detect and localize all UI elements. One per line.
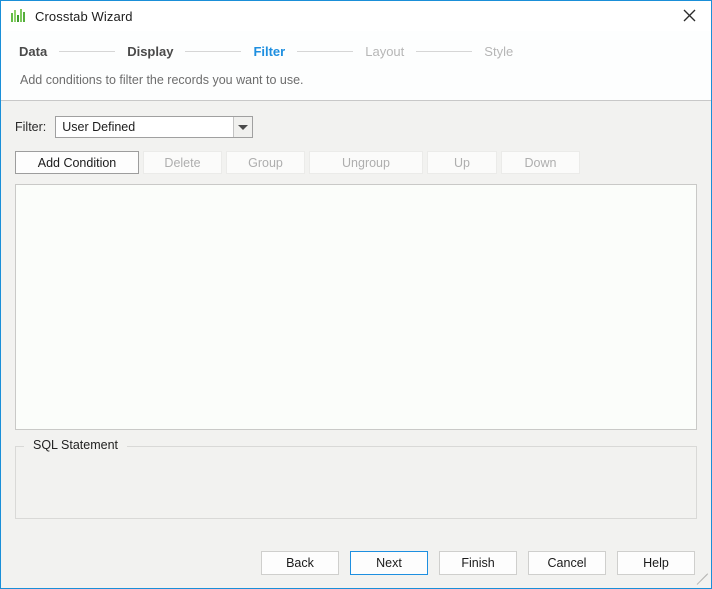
step-data[interactable]: Data [19, 44, 47, 59]
cancel-button[interactable]: Cancel [528, 551, 606, 575]
group-border-segment [16, 446, 24, 447]
filter-row: Filter: User Defined [15, 116, 697, 138]
sql-statement-text [16, 446, 696, 518]
step-filter[interactable]: Filter [253, 44, 285, 59]
group-border-segment [127, 446, 696, 447]
step-connector [59, 50, 116, 52]
add-condition-button[interactable]: Add Condition [15, 151, 139, 174]
group-button: Group [226, 151, 305, 174]
step-connector [416, 50, 473, 52]
window-title: Crosstab Wizard [35, 8, 133, 24]
wizard-body: Filter: User Defined Add Condition Delet… [1, 101, 711, 538]
title-bar: Crosstab Wizard [1, 1, 711, 31]
chevron-down-icon[interactable] [233, 117, 253, 137]
crosstab-wizard-window: Crosstab Wizard Data Display Filter Layo… [0, 0, 712, 589]
filter-select-value: User Defined [62, 120, 136, 134]
wizard-header: Data Display Filter Layout Style Add con… [1, 31, 711, 101]
step-connector [297, 50, 354, 52]
wizard-footer: Back Next Finish Cancel Help [1, 538, 711, 588]
filter-select[interactable]: User Defined [55, 116, 254, 138]
delete-button: Delete [143, 151, 222, 174]
wizard-description: Add conditions to filter the records you… [20, 73, 304, 87]
step-display[interactable]: Display [127, 44, 173, 59]
resize-grip-icon[interactable] [696, 573, 709, 587]
next-button[interactable]: Next [350, 551, 428, 575]
condition-toolbar: Add Condition Delete Group Ungroup Up Do… [15, 151, 697, 174]
move-down-button: Down [501, 151, 580, 174]
close-button[interactable] [667, 1, 711, 30]
wizard-steps: Data Display Filter Layout Style [1, 31, 711, 61]
move-up-button: Up [427, 151, 497, 174]
bar-chart-icon [10, 8, 26, 24]
sql-statement-label: SQL Statement [29, 438, 122, 452]
step-style: Style [484, 43, 514, 59]
ungroup-button: Ungroup [309, 151, 423, 174]
step-connector [185, 50, 242, 52]
back-button[interactable]: Back [261, 551, 339, 575]
conditions-list[interactable] [15, 184, 697, 430]
sql-statement-group: SQL Statement [15, 438, 697, 519]
step-layout: Layout [365, 43, 405, 59]
finish-button[interactable]: Finish [439, 551, 517, 575]
help-button[interactable]: Help [617, 551, 695, 575]
filter-label: Filter: [15, 120, 47, 134]
